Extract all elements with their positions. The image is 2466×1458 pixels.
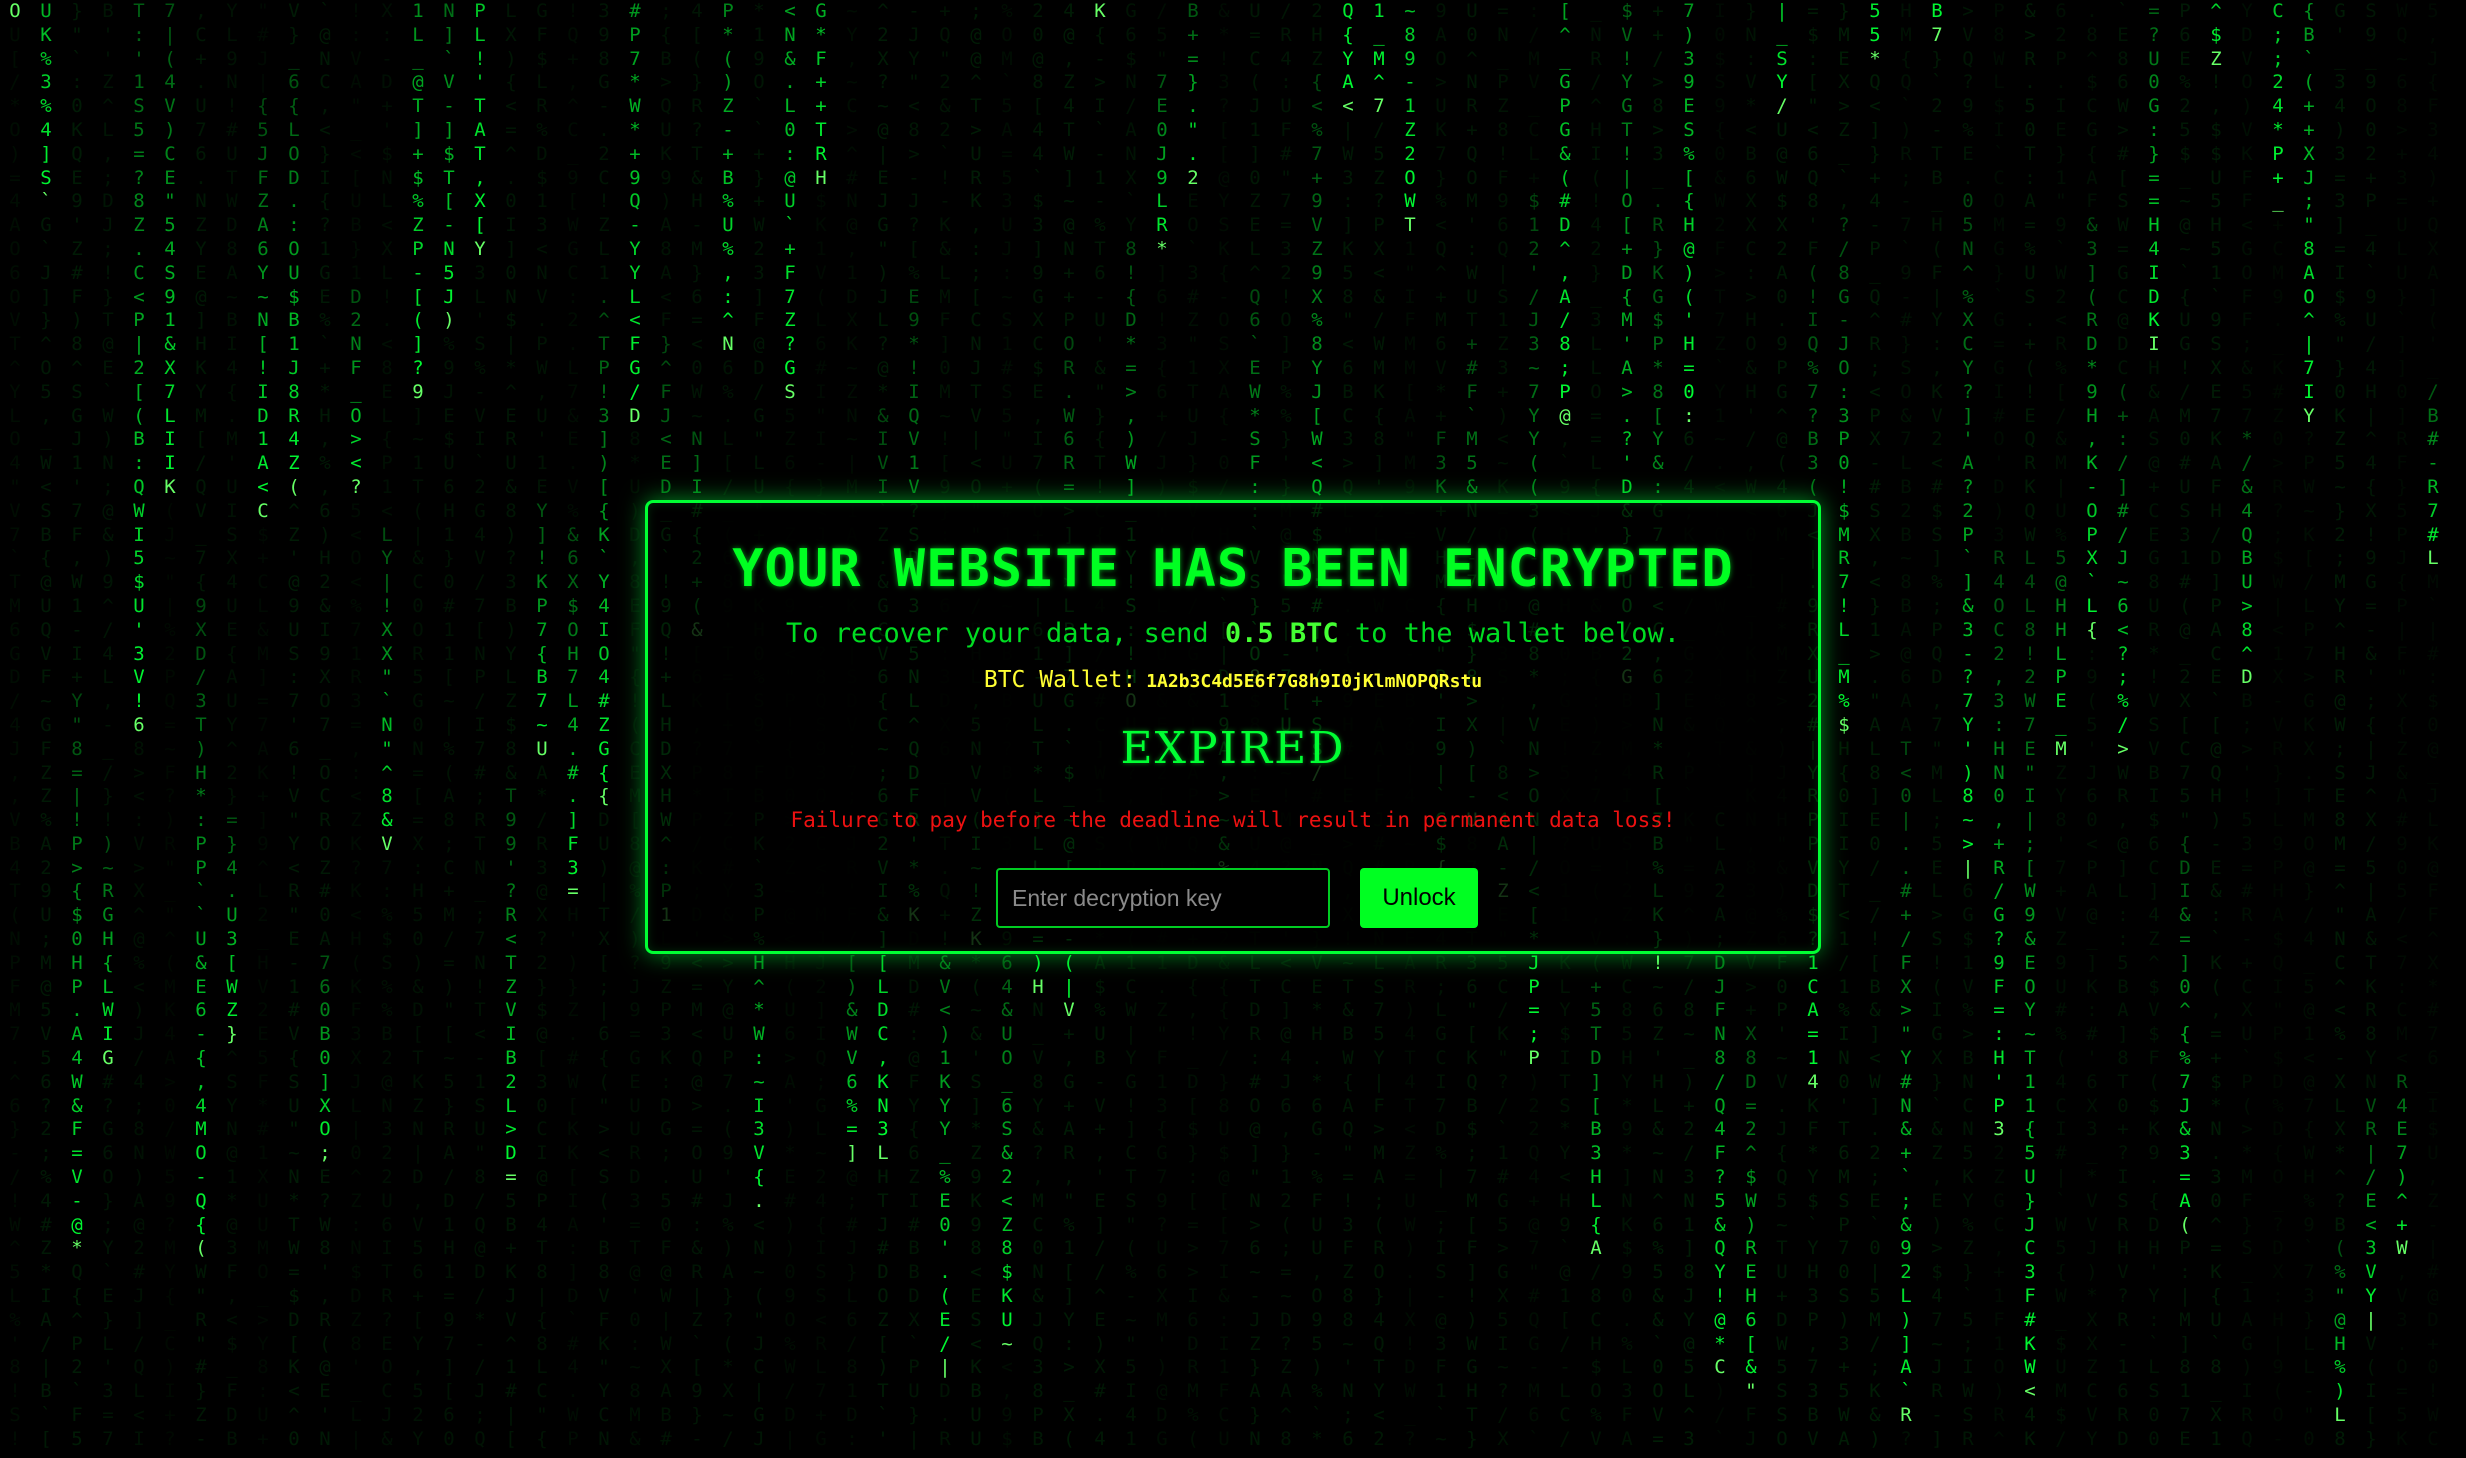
matrix-column: G F $ L R% D $1 3 < N V. P W, U ' 1 E Y]! K P 7{B 7 ~ U A * / R 3 @ X?…	[536, 0, 548, 1450]
matrix-column: . 8 ^ $ C G{A F & 3](R D * 9 H, K - O P X ` L{:9(5 ' J 6 0 < P A @ _…	[2086, 0, 2098, 1450]
wallet-label: BTC Wallet:	[983, 667, 1137, 693]
matrix-column: V} _ 6{L O D.: O U $ B 1 J 8 R 4 Z(^ Z ' @9 U S:7 ' 6! V " Y < R " E…	[288, 0, 300, 1450]
countdown-status: EXPIRED	[1120, 723, 1346, 774]
matrix-column: =? U 0 G:} = = H 4 I D K I H & A S @ + C E G 8 U R *! V S V B I $6 C] 4 Z…	[2148, 0, 2160, 1450]
matrix-column: U K% 3% 4] S ` G ` J]} ^ O 5, _ W < S B{@ U Q V F ~ G F Z Z% A 2 9 U;…	[40, 0, 52, 1450]
matrix-column: B ' ' Z ^ L,; D J;!} T @ E ` W) N; @ &) 9 ^/4 L, - _ /}!) ~ R G H…	[102, 0, 114, 1450]
matrix-column: } " `:0 K Q E 9 ' Z # F) 8 ^ S G J 1 ' 7 F, W 1- I + Y " 8 = |! P >{$0…	[71, 0, 83, 1450]
matrix-column: Y L 9 N! # U T W D 8 A ~ B I 4{. M ' U I S X 4 U E{A U Y ^ 2} =} 4. U 3…	[226, 0, 238, 1450]
matrix-column: O U[/ * O) = 4 A O 6 O V T ^ Y L O 4 " V 7 ` T M 6 G D/4 J,, V B 4 T(N…	[9, 0, 21, 1450]
matrix-column: H M{Q `) R; -7 ` 9- #} S O & 7 L B 2 B ~8 B A @6 A A T <0 |.. # + /…	[1900, 0, 1912, 1450]
matrix-column: > V Q? 9% E. 0 5 N ^% X C Y?] ' A? 2 P `] & 3-? 7 Y ') 8 ~ > | 6 G $…	[1962, 0, 1974, 1450]
matrix-column: 6 2 P. I E} 1 " 9 ` W 2 < R%[/ & M | U% 5 @ H H L P E _ M Z Y 8 ' 7 + V Z…	[2055, 0, 2067, 1450]
matrix-column: ! Q +, ^ C _ 9[W G C:2. L 7 & E. V% & 6 X $ O H 7 L 4. #.] F 3 = H '…	[567, 0, 579, 1450]
deadline-warning: Failure to pay before the deadline will …	[790, 808, 1676, 832]
matrix-column: P 8 W L $ I ` C O M G} ` G = G I # O ' D) 3 R 4 O C 2, 3: H N 0, + R / G?…	[1993, 0, 2005, 1450]
matrix-column: T: ' 1 S 5 =? 8 Z. C < P | 2[(B: Q W I 5 $ U ' 3 V! 6 8 > <: V > X ^ @…	[133, 0, 145, 1450]
matrix-column: ` E 8 6 W > #[S W = G C @ D C(+: /] # / J ~6 <?;% / > W R, @] L::…	[2117, 0, 2129, 1450]
wallet-line: BTC Wallet: 1A2b3C4d5E6f7G8h9I0jKlmNOPQRs…	[648, 667, 1818, 693]
matrix-column: L X){< = ^. 0 I] 0 N $ | * ^ E R U & 8)? 3 B) Y L Z $8 & T 9 9 '? R <…	[505, 0, 517, 1450]
ransom-amount: 0.5 BTC	[1224, 618, 1339, 649]
matrix-column: !: V A " _ <[U B} 1 D 2 N F _ O > <? 5 < O <% 7 1 R 3 =,: < Z K? K < H…	[350, 0, 362, 1450]
matrix-column: 3 9 8 G -. 2 C! Z L 1. ^ T P! 3])[{K ` Y 4 I O 4 # Z G{{D U) | T X…	[598, 0, 610, 1450]
matrix-column: S 9 _ 9 O 0 2 + P _ 4 ` 9 U/4 H | ^ 4{X! 9 G = - & ';{| J ^ X/5 | A &…	[2365, 0, 2377, 1450]
matrix-column: 5 5 * Q <]} +4- P _ Q ^ R; < P X - # S X, <} 1 >. " A L 8] E 0/_ /!…	[1869, 0, 1881, 1450]
matrix-column: } M E X > Z _ `,?/8 G - J O:3 P 0! $ M R 7! L _ M% $ H{0 I I Y T <1…	[1838, 0, 1850, 1450]
matrix-column: B 7} ` 2- T B _ H(F | Y:, K V 2 < # $ S]%; P Q D, 7 " M L; 5 E L > S…	[1931, 0, 1943, 1450]
matrix-column: X: - D + ' $ N L < X L!. <8 E L{P 1 < L Y |! X X " ` N " ^ 8 & V 7:% $…	[381, 0, 393, 1450]
matrix-column: , C +. U 7 6. N Z Y E @] H K Y M[/ Q V _ 7{9 X D/3 T) H *: P P ` ` U…	[195, 0, 207, 1450]
matrix-column: {B `(+ + X J; " 8 A O ^ | 7 I Y? P W ~ K[/ L P 7 > G K X. T M O @}/4…	[2303, 0, 2315, 1450]
unlock-button[interactable]: Unlock	[1360, 868, 1478, 928]
matrix-column: P L! ' T A T, X[Y 3 L ' S% - V I ` 2 G 4 V/7[N P / I 7 #; R T N _; 7…	[474, 0, 486, 1450]
matrix-column: 1 L _ @ T] + $% Z P -[(]? 9] ~1 T(| & C 0 O R 5 G 0 N =[= X: H 5 0…	[412, 0, 424, 1450]
matrix-column: " # J |{5 J F Z A 6 Y ~ N[! I D 1 A < C $ + C L & M] = 7 A K +] 9 ^ L 2 _…	[257, 0, 269, 1450]
matrix-column: N] ` V -] $ T[- N 5 J)% 9 J E $ U 6 H 1} 0 #1 1[~ |%(A 8; C + M /…	[443, 0, 455, 1450]
recover-prefix: To recover your data, send	[785, 618, 1209, 649]
matrix-column: & > R. 5 0 T: A =% U S. +(! E Q R K Q W L 4 L 8! 2 W 7 E " I |;[W 9 &…	[2024, 0, 2036, 1450]
matrix-column: ` @ N C, <} I{? 1 G E% ` + * H,%, 6) H 2 & I 9 X O 7 _ O C R O Z #0 A…	[319, 0, 331, 1450]
decryption-key-input[interactable]	[996, 868, 1330, 928]
recover-suffix: to the wallet below.	[1354, 618, 1681, 649]
recover-instructions: To recover your data, send 0.5 BTC to th…	[648, 618, 1818, 649]
matrix-column: W Q ~6 8 > +3 = U L U} `]] 0] R F} 5 P J{P | F " X{Z & A #9 0 5/<…	[2396, 0, 2408, 1450]
matrix-column: Y D V O) V K F F < G O F F; & 5 7 * / & 4 Q B U >8 ^ D B; > '! 5 3 = # R -…	[2241, 0, 2253, 1450]
ransom-headline: YOUR WEBSITE HAS BEEN ENCRYPTED	[732, 539, 1734, 599]
matrix-column: 7 |(4 V) C E " 5 4 S 9 1 & X 7 L I I K(J ~ " |% 2 P Q = ~ F?) R " _ " ^…	[164, 0, 176, 1450]
wallet-address: 1A2b3C4d5E6f7G8h9I0jKlmNOPQRstu	[1146, 671, 1483, 692]
ransom-note-panel: YOUR WEBSITE HAS BEEN ENCRYPTED To recov…	[645, 500, 1821, 954]
matrix-column: 5, J{F 3 4) + Q X A](' _ / B # - R 7 # L M ` | #: $0 @ _ J L K @ F F ^…	[2427, 0, 2439, 1450]
matrix-column: G ' _ 3 4) 3 = 3] = I $% "} 0 K Z 5 ~} 2; M Y ^ H R @ W; S E 8 M = ^ " N…	[2334, 0, 2346, 1450]
matrix-column: C;; 2 4 * P + _ + C M 9. _ K # Z 0 > R?; $ W | <1 X - V R}] L 9 P H A $…	[2272, 0, 2284, 1450]
matrix-column: P 6 E% 2 5 $ _ ~ @ ~ `{U G! / M 0 # U S 3 1 #(@ _ 2 X[C 7 5 "{D I & =…	[2179, 0, 2191, 1450]
matrix-column: ^ $ Z!, $ $ U 5 H 5 1 ` 9 S X E 7 K A F H / D] P A C E `[@ Q H) - E &: `…	[2210, 0, 2222, 1450]
